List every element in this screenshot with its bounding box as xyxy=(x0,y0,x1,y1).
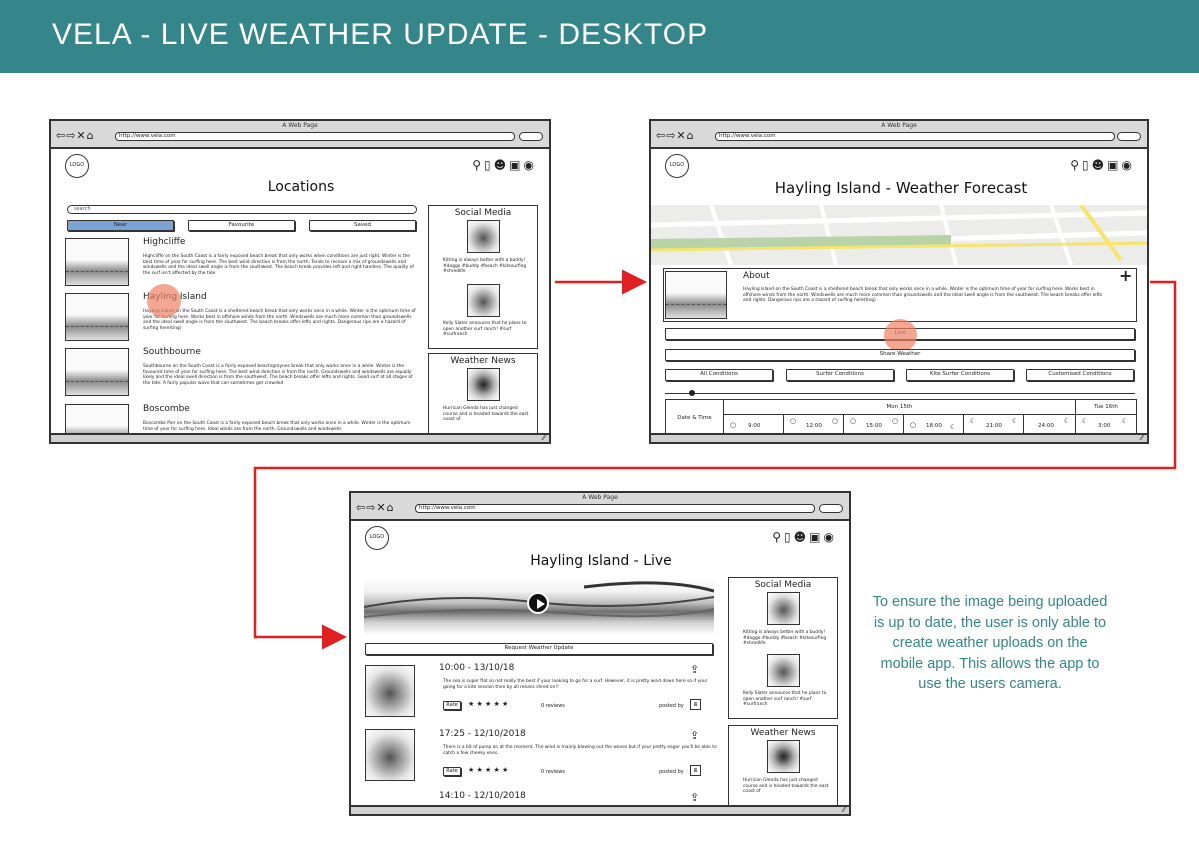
flow-arrows xyxy=(253,269,1177,650)
design-note: To ensure the image being uploaded is up… xyxy=(872,594,1108,692)
flow-arrow-forecast-to-live xyxy=(253,280,1177,650)
